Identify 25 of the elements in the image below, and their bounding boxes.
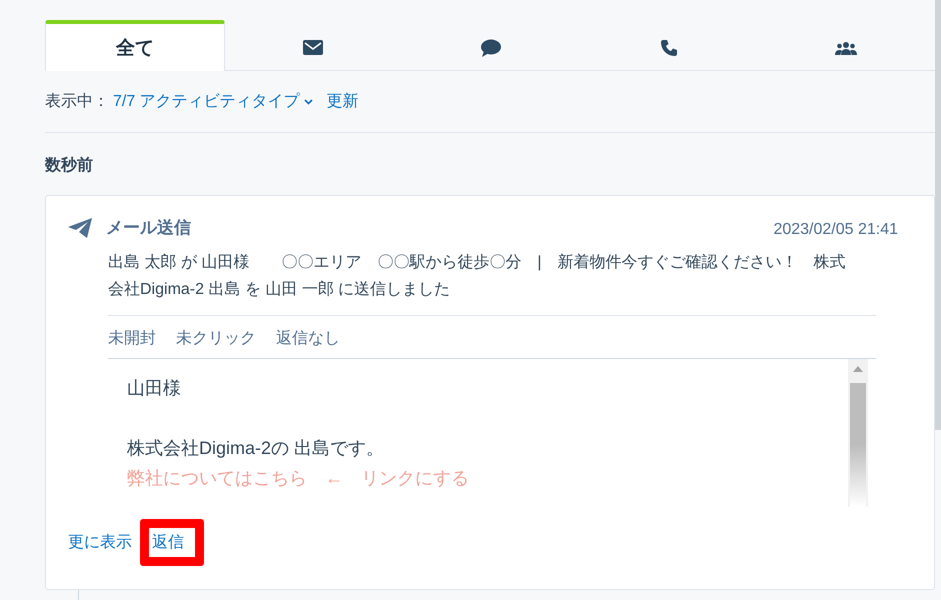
- activity-timestamp: 2023/02/05 21:41: [773, 220, 898, 238]
- email-text-line: 山田様: [127, 377, 182, 400]
- email-note-line: 弊社についてはこちら ← リンクにする: [127, 467, 470, 490]
- page-scrollbar[interactable]: [935, 0, 941, 430]
- paper-plane-icon: [68, 218, 92, 238]
- email-status: 未開封: [108, 328, 156, 349]
- tab[interactable]: 全て: [45, 20, 225, 71]
- activity-summary: 出島 太郎 が 山田様 〇〇エリア 〇〇駅から徒歩〇分 | 新着物件今すぐご確認ください！ 株式会社Digima-2 出島 を 山田 一郎 に送信しました: [108, 249, 876, 316]
- people-group-icon: [835, 40, 858, 54]
- chevron-down-icon: [304, 98, 313, 104]
- refresh-link[interactable]: 更新: [326, 91, 359, 112]
- preview-scrollbar[interactable]: [848, 359, 868, 507]
- envelope-icon: [303, 40, 324, 55]
- scroll-up-icon: [853, 366, 863, 372]
- email-text-line: 株式会社Digima-2の 出島です。: [127, 437, 386, 460]
- activity-title: メール送信: [106, 217, 191, 239]
- email-status: 返信なし: [276, 328, 340, 349]
- action-link[interactable]: 更に表示: [68, 519, 132, 566]
- speech-bubble-icon: [480, 38, 501, 56]
- phone-icon: [660, 38, 678, 56]
- email-status: 未クリック: [176, 328, 256, 349]
- time-group-heading: 数秒前: [45, 157, 93, 174]
- filter-label: 表示中：: [45, 92, 109, 112]
- highlighted-link[interactable]: 返信: [140, 519, 204, 566]
- activity-type-dropdown[interactable]: 7/7 アクティビティタイプ: [113, 91, 313, 112]
